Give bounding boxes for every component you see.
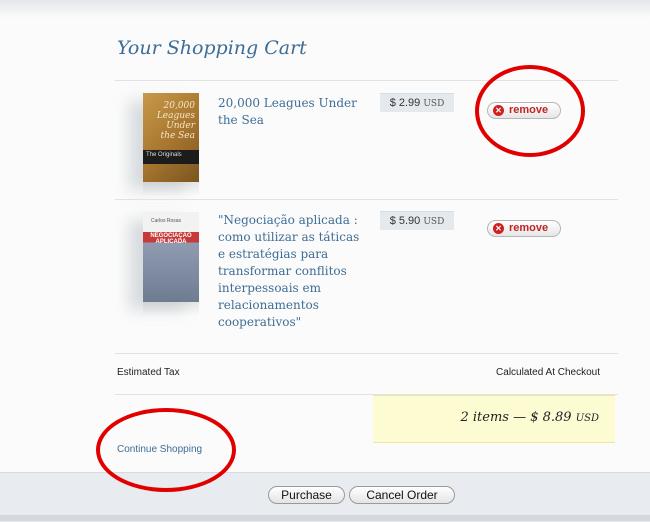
item-price-value: $ 2.99 xyxy=(389,97,421,109)
annotation-circle xyxy=(475,65,585,157)
cover-series-text: The Originals xyxy=(146,152,182,158)
estimated-tax-value: Calculated At Checkout xyxy=(496,367,600,378)
action-bar-bottom-edge xyxy=(0,515,650,521)
remove-button[interactable]: ✕ remove xyxy=(487,220,561,237)
page-title: Your Shopping Cart xyxy=(117,37,307,59)
cover-series-band: The Originals xyxy=(143,150,199,164)
cover-author-text: Carlos Rosas xyxy=(151,218,182,224)
item-title-link[interactable]: "Negociação aplicada : como utilizar as … xyxy=(218,212,368,331)
item-title-link[interactable]: 20,000 Leagues Under the Sea xyxy=(218,95,368,129)
panel-top-shadow xyxy=(0,0,650,18)
purchase-button[interactable]: Purchase xyxy=(268,486,345,504)
item-price: $ 2.99 USD xyxy=(380,93,454,112)
order-total-currency: USD xyxy=(575,413,599,424)
book-cover-image: Carlos Rosas NEGOCIAÇÃO APLICADA xyxy=(143,212,199,302)
estimated-tax-label: Estimated Tax xyxy=(117,367,180,378)
cover-title-text: 20,000 Leagues Under the Sea xyxy=(156,101,195,141)
order-total-box: 2 items — $ 8.89 USD xyxy=(373,395,615,443)
order-total: 2 items — $ 8.89 USD xyxy=(460,410,599,425)
item-price-currency: USD xyxy=(423,99,445,109)
divider xyxy=(115,199,618,200)
remove-x-icon: ✕ xyxy=(493,223,504,234)
order-total-summary: 2 items — $ 8.89 xyxy=(460,410,572,425)
item-price-value: $ 5.90 xyxy=(389,215,421,227)
item-price-currency: USD xyxy=(423,217,445,227)
divider xyxy=(115,353,618,354)
annotation-circle xyxy=(96,408,236,492)
cover-reflection xyxy=(143,302,199,316)
book-cover-image: 20,000 Leagues Under the Sea The Origina… xyxy=(143,93,199,182)
cover-title-text: NEGOCIAÇÃO APLICADA xyxy=(150,233,192,245)
cover-reflection xyxy=(143,182,199,196)
cancel-order-button[interactable]: Cancel Order xyxy=(349,486,455,504)
remove-button-label: remove xyxy=(509,222,549,234)
item-price: $ 5.90 USD xyxy=(380,211,454,230)
